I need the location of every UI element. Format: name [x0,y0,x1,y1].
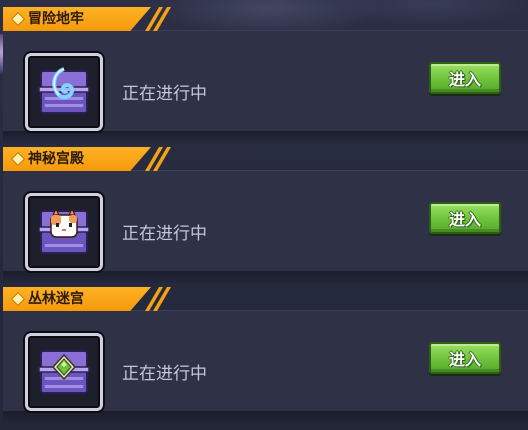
chest-cat-icon [38,207,90,254]
status-text: 正在进行中 [122,224,207,244]
chest-gem-icon [38,350,90,394]
tag-stripes-decoration [145,147,171,171]
status-text: 正在进行中 [122,364,207,384]
dungeon-title: 丛林迷宫 [28,291,84,307]
dungeon-title: 冒险地牢 [28,11,84,27]
enter-button-jungle[interactable]: 进入 [429,342,501,374]
chest-icon-frame [23,51,105,133]
card-shadow [3,271,528,285]
tag-stripes-decoration [145,7,171,31]
enter-button-palace[interactable]: 进入 [429,202,501,234]
dungeon-title-tag: 神秘宫殿 [3,147,171,171]
enter-button-adventure[interactable]: 进入 [429,62,501,94]
dungeon-card-jungle: 丛林迷宫 正在进行中 进入 [3,287,528,425]
card-shadow [3,131,528,145]
dungeon-card-adventure: 冒险地牢 正在进行中 进入 [3,7,528,145]
dungeon-title-tag: 丛林迷宫 [3,287,171,311]
status-text: 正在进行中 [122,84,207,104]
card-shadow [3,411,528,425]
dungeon-title: 神秘宫殿 [28,151,84,167]
dungeon-card-palace: 神秘宫殿 正在进行中 进入 [3,147,528,285]
dungeon-title-tag: 冒险地牢 [3,7,171,31]
chest-icon-frame [23,191,105,273]
chest-swirl-icon [38,67,90,114]
tag-stripes-decoration [145,287,171,311]
chest-icon-frame [23,331,105,413]
